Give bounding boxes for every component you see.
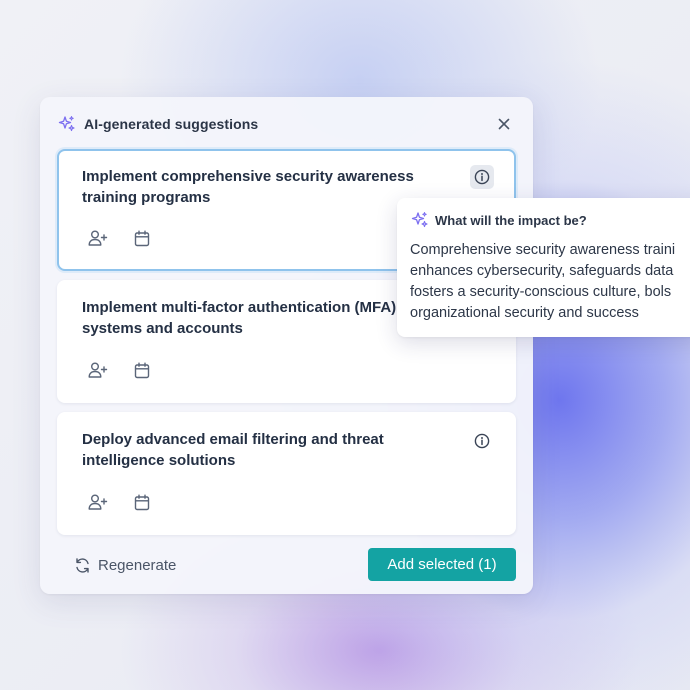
add-user-icon [88, 362, 108, 378]
card-actions [87, 491, 153, 513]
tooltip-line: Comprehensive security awareness traini [410, 242, 676, 258]
add-user-icon [88, 230, 108, 246]
info-button[interactable] [470, 165, 494, 189]
tooltip-line: organizational security and success [410, 305, 639, 321]
panel-footer: Regenerate Add selected (1) [74, 548, 516, 582]
suggestions-panel: AI-generated suggestions Implement compr… [40, 97, 533, 594]
assign-user-button[interactable] [87, 359, 109, 381]
tooltip-line: fosters a security-conscious culture, bo… [410, 284, 672, 300]
refresh-icon [76, 557, 89, 573]
due-date-button[interactable] [131, 227, 153, 249]
assign-user-button[interactable] [87, 491, 109, 513]
tooltip-title: What will the impact be? [435, 212, 587, 228]
info-icon [474, 433, 490, 449]
suggestion-card[interactable]: Deploy advanced email filtering and thre… [57, 412, 516, 535]
close-button[interactable] [493, 113, 515, 135]
tooltip-header: What will the impact be? [411, 211, 587, 229]
suggestion-title: Deploy advanced email filtering and thre… [82, 431, 384, 469]
due-date-button[interactable] [131, 491, 153, 513]
calendar-icon [134, 362, 150, 378]
suggestion-title: Implement comprehensive security awarene… [82, 168, 414, 206]
regenerate-label: Regenerate [98, 556, 177, 574]
suggestion-title: Implement multi-factor authentication (M… [82, 299, 421, 337]
card-actions [87, 359, 153, 381]
tooltip-line: enhances cybersecurity, safeguards data [410, 263, 674, 279]
impact-tooltip: What will the impact be? Comprehensive s… [397, 198, 690, 337]
tooltip-body: Comprehensive security awareness traini … [410, 240, 690, 324]
close-icon [498, 118, 510, 130]
due-date-button[interactable] [131, 359, 153, 381]
add-selected-button[interactable]: Add selected (1) [368, 548, 516, 581]
info-button[interactable] [470, 429, 494, 453]
card-actions [87, 227, 153, 249]
sparkle-icon [411, 211, 429, 229]
add-user-icon [88, 494, 108, 510]
calendar-icon [134, 230, 150, 246]
info-icon [474, 169, 490, 185]
sparkle-icon [58, 115, 76, 133]
regenerate-button[interactable]: Regenerate [74, 548, 176, 582]
panel-header: AI-generated suggestions [58, 113, 515, 135]
assign-user-button[interactable] [87, 227, 109, 249]
calendar-icon [134, 494, 150, 510]
panel-title: AI-generated suggestions [84, 116, 259, 132]
